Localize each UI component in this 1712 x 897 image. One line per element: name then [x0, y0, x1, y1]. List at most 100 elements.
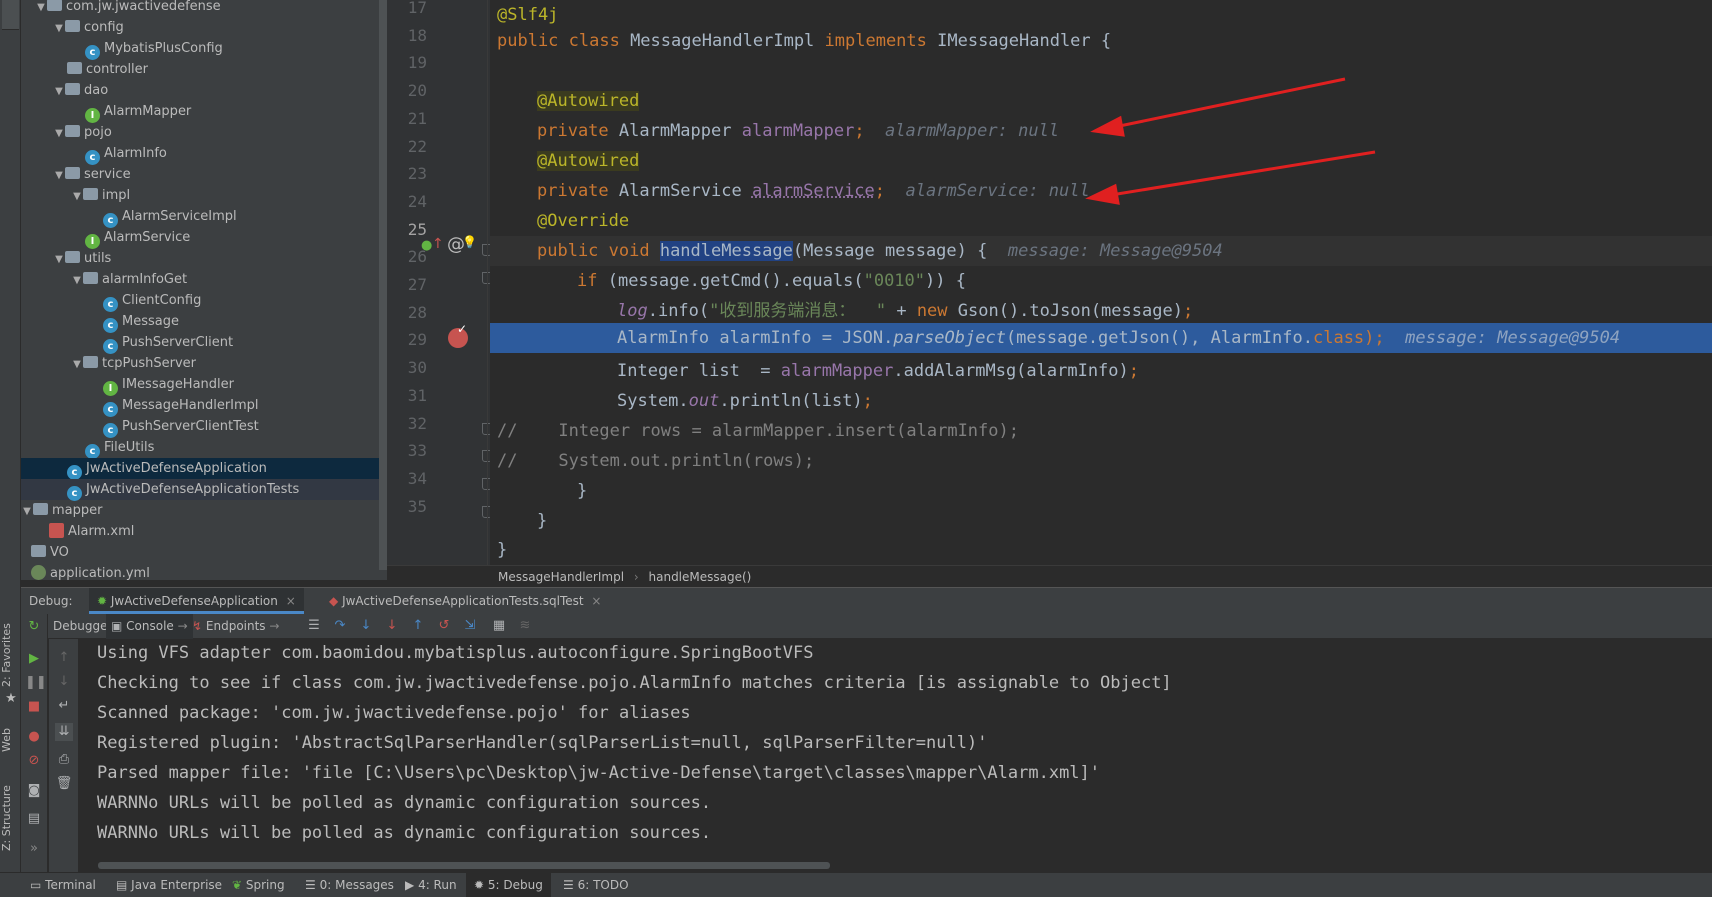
- expand-arrow-icon[interactable]: ▼: [35, 0, 47, 18]
- tree-item[interactable]: c Message: [21, 311, 379, 333]
- tree-item[interactable]: c FileUtils: [21, 437, 379, 459]
- down-arrow-icon[interactable]: ↓: [55, 673, 73, 691]
- breadcrumb-method[interactable]: handleMessage(): [649, 570, 752, 584]
- run-tool-button[interactable]: ▶ 4: Run: [405, 873, 457, 897]
- tree-item[interactable]: ▼ service: [21, 164, 379, 185]
- expand-arrow-icon[interactable]: ▼: [53, 81, 65, 102]
- tree-item[interactable]: controller: [21, 59, 379, 80]
- tree-item[interactable]: c JwActiveDefenseApplicationTests: [21, 479, 379, 501]
- expand-arrow-icon[interactable]: ▼: [71, 354, 83, 375]
- tree-item[interactable]: c JwActiveDefenseApplication: [21, 458, 379, 480]
- step-out-icon[interactable]: ↑: [410, 618, 426, 634]
- resume-icon[interactable]: ▶: [25, 650, 43, 668]
- navigate-up-icon[interactable]: ↑: [432, 236, 444, 252]
- drop-frame-icon[interactable]: ↺: [436, 618, 452, 634]
- breadcrumb-class[interactable]: MessageHandlerImpl: [498, 570, 624, 584]
- tree-item[interactable]: ▼ config: [21, 17, 379, 38]
- console-tab[interactable]: ▣ Console →: [106, 614, 193, 639]
- java-enterprise-tool-button[interactable]: ▤ Java Enterprise: [116, 873, 222, 897]
- tree-item[interactable]: I IMessageHandler: [21, 374, 379, 396]
- tree-item-label: ClientConfig: [122, 293, 202, 308]
- layout-icon[interactable]: ▤: [25, 810, 43, 828]
- expand-arrow-icon[interactable]: ▼: [53, 123, 65, 144]
- trace-icon[interactable]: ≋: [517, 618, 533, 634]
- tree-item[interactable]: c MybatisPlusConfig: [21, 38, 379, 60]
- debug-tab-application[interactable]: ✹ JwActiveDefenseApplication ×: [89, 588, 304, 614]
- tree-item[interactable]: ▼ impl: [21, 185, 379, 206]
- web-tool-tab[interactable]: Web: [0, 720, 21, 760]
- debug-tab-tests[interactable]: ◆ JwActiveDefenseApplicationTests.sqlTes…: [321, 588, 609, 614]
- tree-item[interactable]: ▼ com.jw.jwactivedefense: [21, 0, 379, 17]
- folder-icon: [65, 125, 80, 137]
- console-horizontal-scrollbar[interactable]: [98, 862, 830, 869]
- tree-item[interactable]: ▼ alarmInfoGet: [21, 269, 379, 290]
- test-run-icon: ◆: [329, 594, 339, 608]
- left-tool-strip: 2: Favorites ★ Web Z: Structure: [0, 0, 21, 872]
- step-over-icon[interactable]: ↷: [332, 618, 348, 634]
- print-icon[interactable]: ⎙: [55, 751, 73, 769]
- tree-item[interactable]: ▼ pojo: [21, 122, 379, 143]
- debug-tool-button[interactable]: ✹ 5: Debug: [466, 873, 551, 897]
- tree-scrollbar[interactable]: [379, 0, 387, 570]
- view-breakpoints-icon[interactable]: ●: [25, 728, 43, 746]
- tree-item[interactable]: VO: [21, 542, 379, 563]
- close-icon[interactable]: ×: [286, 594, 296, 608]
- tree-item[interactable]: ▼ mapper: [21, 500, 379, 521]
- editor-gutter: 17 18 19 20 21 22 23 24 25 26 27 28 29 30 31 32 33 34 35 ● ↑…: [387, 0, 492, 565]
- expand-arrow-icon[interactable]: ▼: [53, 18, 65, 39]
- tree-item[interactable]: c AlarmInfo: [21, 143, 379, 165]
- class-icon: c: [85, 150, 100, 165]
- implements-method-icon[interactable]: ●: [421, 238, 432, 253]
- project-tool-button[interactable]: [2, 0, 19, 30]
- tree-item[interactable]: application.yml: [21, 563, 379, 580]
- close-icon[interactable]: ×: [591, 594, 601, 608]
- tree-item[interactable]: Alarm.xml: [21, 521, 379, 542]
- debug-label: Debug:: [29, 594, 73, 608]
- soft-wrap-icon[interactable]: ↵: [55, 697, 73, 715]
- interface-icon: I: [85, 234, 100, 249]
- pause-icon[interactable]: ❚❚: [25, 674, 47, 692]
- class-icon: c: [103, 213, 118, 228]
- tree-item[interactable]: c ClientConfig: [21, 290, 379, 312]
- spring-tool-button[interactable]: ❦ Spring: [232, 873, 285, 897]
- tree-item[interactable]: ▼ utils: [21, 248, 379, 269]
- tree-item[interactable]: c PushServerClientTest: [21, 416, 379, 438]
- expand-arrow-icon[interactable]: ▼: [53, 165, 65, 186]
- tree-item[interactable]: c PushServerClient: [21, 332, 379, 354]
- expand-arrow-icon[interactable]: ▼: [71, 186, 83, 207]
- intention-bulb-icon[interactable]: 💡: [462, 235, 477, 249]
- scroll-to-end-icon[interactable]: ⇊: [55, 723, 73, 741]
- expand-arrow-icon[interactable]: ▼: [53, 249, 65, 270]
- favorites-tool-tab[interactable]: 2: Favorites: [0, 620, 21, 690]
- tree-item-label: mapper: [52, 503, 103, 518]
- trash-icon[interactable]: 🗑: [55, 775, 73, 793]
- evaluate-expression-icon[interactable]: ▦: [491, 618, 507, 634]
- threads-icon[interactable]: ☰: [306, 618, 322, 634]
- tree-item[interactable]: ▼ tcpPushServer: [21, 353, 379, 374]
- mute-breakpoints-icon[interactable]: ⊘: [25, 752, 43, 770]
- structure-tool-tab[interactable]: Z: Structure: [0, 778, 21, 858]
- console-output[interactable]: Using VFS adapter com.baomidou.mybatispl…: [80, 639, 1712, 872]
- camera-icon[interactable]: ◙: [25, 782, 43, 800]
- todo-tool-button[interactable]: ☰ 6: TODO: [563, 873, 629, 897]
- rerun-icon[interactable]: ↻: [25, 618, 43, 636]
- force-step-into-icon[interactable]: ↓: [384, 618, 400, 634]
- tree-item[interactable]: c MessageHandlerImpl: [21, 395, 379, 417]
- expand-arrow-icon[interactable]: ▼: [71, 270, 83, 291]
- tree-item[interactable]: I AlarmMapper: [21, 101, 379, 123]
- expand-arrow-icon[interactable]: ▼: [21, 501, 33, 522]
- stop-icon[interactable]: ■: [25, 698, 43, 716]
- messages-tool-button[interactable]: ☰ 0: Messages: [305, 873, 394, 897]
- endpoints-tab[interactable]: ↯ Endpoints →: [187, 614, 284, 639]
- more-icon[interactable]: »: [25, 840, 43, 858]
- up-arrow-icon[interactable]: ↑: [55, 649, 73, 667]
- tree-item[interactable]: I AlarmService: [21, 227, 379, 249]
- folder-icon: [47, 0, 62, 11]
- terminal-tool-button[interactable]: ▭ Terminal: [30, 873, 96, 897]
- tree-item-label: dao: [84, 83, 109, 98]
- tree-item[interactable]: ▼ dao: [21, 80, 379, 101]
- code-editor[interactable]: @Slf4j public class MessageHandlerImpl i…: [490, 0, 1712, 565]
- tree-item[interactable]: c AlarmServiceImpl: [21, 206, 379, 228]
- step-into-icon[interactable]: ↓: [358, 618, 374, 634]
- run-to-cursor-icon[interactable]: ⇲: [462, 618, 478, 634]
